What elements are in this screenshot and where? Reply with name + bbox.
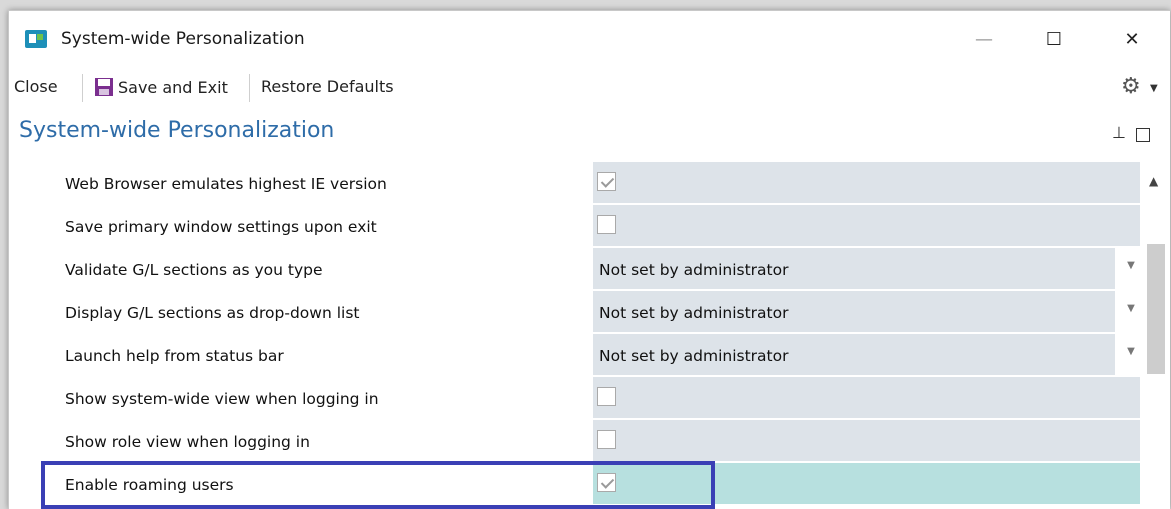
setting-label: Web Browser emulates highest IE version xyxy=(65,175,387,193)
dropdown-value: Not set by administrator xyxy=(599,304,789,322)
setting-dropdown[interactable]: Not set by administrator ▼ xyxy=(593,248,1135,291)
dropdown-arrow-icon[interactable]: ▼ xyxy=(1119,303,1143,327)
setting-checkbox[interactable] xyxy=(597,172,616,191)
window-title: System-wide Personalization xyxy=(61,29,305,49)
title-bar: System-wide Personalization — ☐ ✕ xyxy=(9,11,1170,63)
toolbar-divider xyxy=(82,74,83,102)
setting-label: Save primary window settings upon exit xyxy=(65,218,377,236)
gear-icon[interactable]: ⚙ xyxy=(1121,74,1141,99)
setting-value-cell xyxy=(593,463,1140,506)
close-button[interactable]: Close xyxy=(14,77,58,96)
dropdown-value: Not set by administrator xyxy=(599,261,789,279)
setting-row: Launch help from status bar Not set by a… xyxy=(41,334,1140,377)
scroll-thumb[interactable] xyxy=(1147,244,1165,374)
dropdown-value: Not set by administrator xyxy=(599,347,789,365)
setting-row: Display G/L sections as drop-down list N… xyxy=(41,291,1140,334)
setting-dropdown[interactable]: Not set by administrator ▼ xyxy=(593,291,1135,334)
chevron-down-icon[interactable]: ▼ xyxy=(1150,83,1158,94)
restore-defaults-button[interactable]: Restore Defaults xyxy=(261,77,394,96)
save-and-exit-label: Save and Exit xyxy=(118,77,228,97)
setting-row: Save primary window settings upon exit xyxy=(41,205,1140,248)
setting-row: Web Browser emulates highest IE version xyxy=(41,162,1140,205)
setting-row: Show system-wide view when logging in xyxy=(41,377,1140,420)
dropdown-arrow-icon[interactable]: ▼ xyxy=(1119,260,1143,284)
setting-label: Enable roaming users xyxy=(65,476,234,494)
setting-checkbox[interactable] xyxy=(597,387,616,406)
close-window-button[interactable]: ✕ xyxy=(1110,19,1154,59)
setting-dropdown[interactable]: Not set by administrator ▼ xyxy=(593,334,1135,377)
vertical-scrollbar[interactable]: ▲ xyxy=(1145,162,1167,509)
setting-checkbox[interactable] xyxy=(597,473,616,492)
minimize-button[interactable]: — xyxy=(962,19,1006,59)
toolbar: Close Save and Exit Restore Defaults ⚙ ▼ xyxy=(9,71,1170,103)
setting-row: Show role view when logging in xyxy=(41,420,1140,463)
setting-label: Display G/L sections as drop-down list xyxy=(65,304,360,322)
section-title: System-wide Personalization xyxy=(19,118,335,143)
personalization-window: System-wide Personalization — ☐ ✕ Close … xyxy=(8,10,1170,509)
scroll-up-arrow-icon[interactable]: ▲ xyxy=(1149,174,1158,188)
toolbar-divider xyxy=(249,74,250,102)
save-icon xyxy=(95,78,113,96)
app-logo-icon xyxy=(25,30,47,48)
setting-row: Validate G/L sections as you type Not se… xyxy=(41,248,1140,291)
pin-icon[interactable]: ⊥ xyxy=(1112,123,1126,142)
setting-label: Show system-wide view when logging in xyxy=(65,390,379,408)
setting-value-cell xyxy=(593,205,1140,248)
setting-label: Launch help from status bar xyxy=(65,347,284,365)
setting-value-cell xyxy=(593,162,1140,205)
dropdown-arrow-icon[interactable]: ▼ xyxy=(1119,346,1143,370)
setting-row-selected: Enable roaming users xyxy=(41,463,1140,506)
settings-grid: Web Browser emulates highest IE version … xyxy=(41,162,1140,506)
setting-label: Validate G/L sections as you type xyxy=(65,261,323,279)
setting-checkbox[interactable] xyxy=(597,430,616,449)
maximize-button[interactable]: ☐ xyxy=(1032,19,1076,59)
setting-value-cell xyxy=(593,377,1140,420)
setting-checkbox[interactable] xyxy=(597,215,616,234)
maximize-pane-icon[interactable] xyxy=(1136,128,1150,142)
setting-label: Show role view when logging in xyxy=(65,433,310,451)
setting-value-cell xyxy=(593,420,1140,463)
save-and-exit-button[interactable]: Save and Exit xyxy=(94,77,228,97)
